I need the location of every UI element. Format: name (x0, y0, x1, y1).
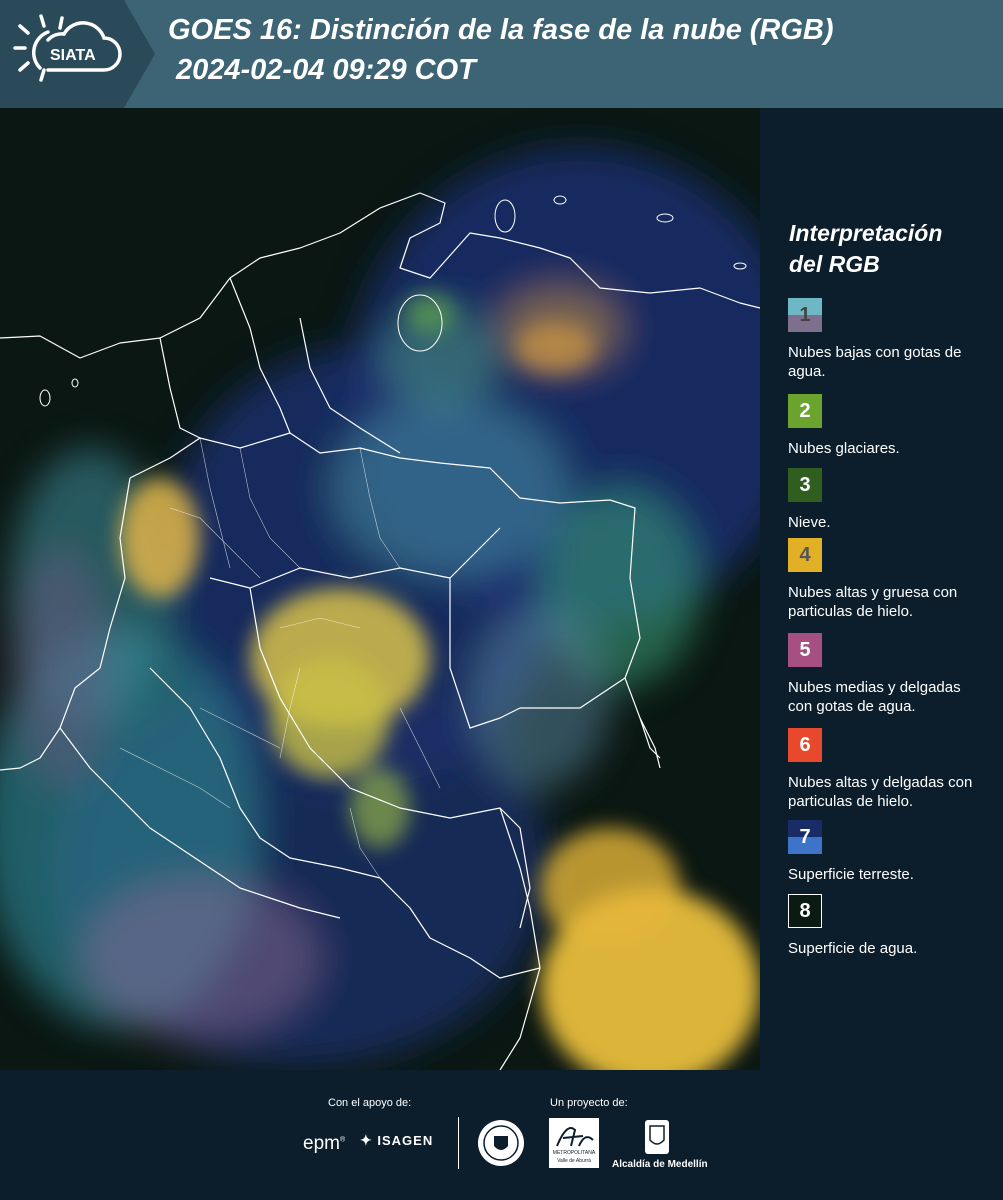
header-bar: SIATA GOES 16: Distinción de la fase de … (0, 0, 1003, 108)
isagen-logo: ✦ ISAGEN (360, 1132, 433, 1149)
legend-swatch-2: 2 (788, 394, 822, 428)
project-label: Un proyecto de: (550, 1097, 628, 1109)
legend-label-4: Nubes altas y gruesa con particulas de h… (788, 584, 958, 620)
legend-swatch-6: 6 (788, 728, 822, 762)
legend-swatch-7: 7 (788, 820, 822, 854)
alcaldia-label: Alcaldía de Medellín (612, 1159, 708, 1170)
siata-logo-text: SIATA (50, 47, 96, 64)
legend-swatch-1: 1 (788, 298, 822, 332)
legend-swatch-3: 3 (788, 468, 822, 502)
legend-title-line2: del RGB (789, 251, 880, 277)
legend-label-1: Nubes bajas con gotas de agua. (788, 344, 962, 380)
metro-line2: Valle de Aburrá (557, 1158, 591, 1164)
footer-divider (458, 1117, 459, 1169)
legend-panel: Interpretación del RGB 1 Nubes bajas con… (760, 108, 1003, 1070)
metro-line1: METROPOLITANA (552, 1150, 596, 1156)
legend-label-2: Nubes glaciares. (788, 440, 900, 457)
legend-label-8: Superficie de agua. (788, 940, 918, 957)
isagen-logo-text: ISAGEN (377, 1133, 434, 1148)
legend-label-7: Superficie terreste. (788, 866, 914, 883)
satellite-imagery (0, 108, 760, 1070)
legend-swatch-8: 8 (788, 894, 822, 928)
epm-logo: epm® (303, 1133, 346, 1154)
isagen-icon: ✦ (360, 1132, 373, 1148)
medellin-seal-icon (478, 1120, 524, 1166)
support-label: Con el apoyo de: (328, 1097, 412, 1109)
page-title: GOES 16: Distinción de la fase de la nub… (168, 14, 834, 46)
page-timestamp: 2024-02-04 09:29 COT (176, 54, 476, 86)
epm-logo-text: epm (303, 1133, 340, 1154)
legend-swatch-5: 5 (788, 633, 822, 667)
siata-logo-panel: SIATA (0, 0, 155, 108)
legend-label-3: Nieve. (788, 514, 831, 531)
legend-label-6: Nubes altas y delgadas con particulas de… (788, 774, 973, 810)
legend-title-line1: Interpretación (789, 220, 943, 246)
legend-label-5: Nubes medias y delgadas con gotas de agu… (788, 679, 961, 715)
alcaldia-shield-icon (645, 1120, 669, 1154)
area-metropolitana-logo: METROPOLITANA Valle de Aburrá (549, 1118, 599, 1168)
area-metropolitana-icon (556, 1127, 594, 1147)
footer-bar: Con el apoyo de: Un proyecto de: epm® ✦ … (0, 1070, 1003, 1200)
legend-title: Interpretación del RGB (789, 218, 942, 280)
satellite-rgb-map (0, 108, 760, 1070)
legend-swatch-4: 4 (788, 538, 822, 572)
